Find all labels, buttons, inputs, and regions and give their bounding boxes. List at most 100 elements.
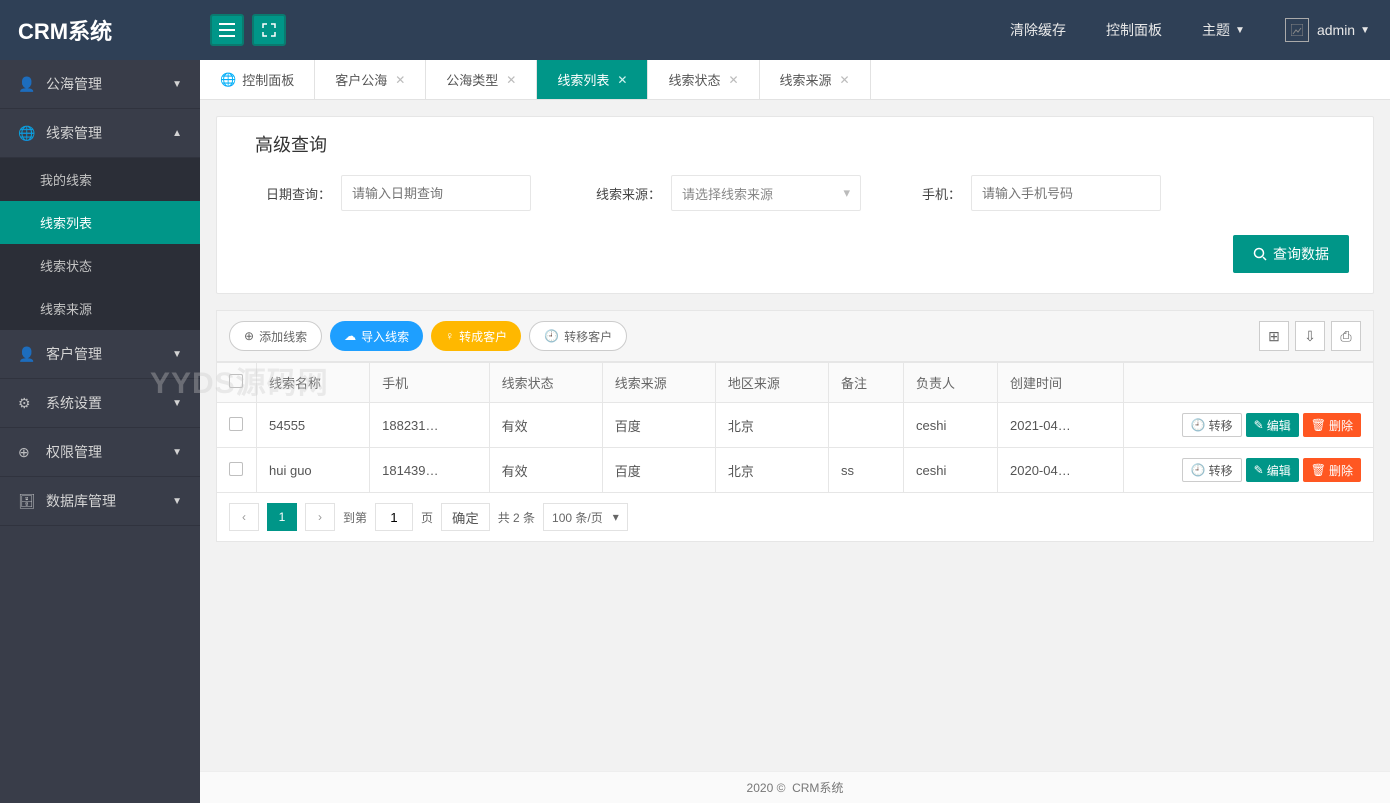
page-1-button[interactable]: 1: [267, 503, 297, 531]
tab-lead-status[interactable]: 线索状态 ✕: [648, 60, 759, 99]
cell-name: hui guo: [257, 448, 370, 493]
select-all-checkbox[interactable]: [229, 374, 243, 388]
cell-source: 百度: [602, 448, 715, 493]
sidebar-item-database-mgmt[interactable]: 🗄 数据库管理 ▼: [0, 477, 200, 526]
goto-confirm-button[interactable]: 确定: [441, 503, 490, 531]
convert-customer-button[interactable]: ♀ 转成客户: [431, 321, 521, 351]
sidebar-item-public-sea[interactable]: 👤 公海管理 ▼: [0, 60, 200, 109]
row-checkbox[interactable]: [229, 462, 243, 476]
page-size-select[interactable]: 100 条/页 ▾: [543, 503, 628, 531]
trash-icon: 🗑: [1311, 418, 1326, 432]
sidebar-item-lead-mgmt[interactable]: 🌐 线索管理 ▲: [0, 109, 200, 158]
chevron-up-icon: ▲: [172, 128, 182, 139]
clock-icon: 🕘: [544, 329, 559, 343]
user-icon: ♀: [445, 329, 454, 343]
th-source: 线索来源: [602, 363, 715, 403]
sidebar-item-customer-mgmt[interactable]: 👤 客户管理 ▼: [0, 330, 200, 379]
tab-label: 控制面板: [242, 70, 294, 89]
date-query-group: 日期查询：: [241, 175, 531, 211]
tab-sea-type[interactable]: 公海类型 ✕: [426, 60, 537, 99]
tab-label: 客户公海: [335, 70, 387, 89]
toolbar-right: ⊞ ⇩ ⎙: [1259, 321, 1361, 351]
search-button-label: 查询数据: [1273, 244, 1329, 264]
footer-name: CRM系统: [792, 779, 843, 796]
dashboard-link[interactable]: 控制面板: [1086, 0, 1182, 60]
sidebar: 👤 公海管理 ▼ 🌐 线索管理 ▲ 我的线索 线索列表 线索状态 线索来源 👤 …: [0, 60, 200, 803]
sub-item-lead-status[interactable]: 线索状态: [0, 244, 200, 287]
content: 高级查询 日期查询： 线索来源： 请选择线索来源 ▾ 手机：: [200, 100, 1390, 558]
query-button-row: 查询数据: [241, 235, 1349, 273]
sub-item-my-leads[interactable]: 我的线索: [0, 158, 200, 201]
clock-icon: 🕘: [1191, 418, 1206, 432]
columns-button[interactable]: ⊞: [1259, 321, 1289, 351]
close-icon[interactable]: ✕: [617, 73, 627, 87]
clear-cache-link[interactable]: 清除缓存: [990, 0, 1086, 60]
user-icon: 👤: [18, 76, 36, 93]
import-lead-button[interactable]: ☁ 导入线索: [330, 321, 423, 351]
source-query-label: 线索来源：: [571, 184, 661, 203]
fullscreen-button[interactable]: [252, 14, 286, 46]
topbar-left: [200, 14, 286, 46]
query-form-row: 日期查询： 线索来源： 请选择线索来源 ▾ 手机：: [241, 175, 1349, 211]
globe-icon: 🌐: [18, 125, 36, 142]
th-actions: [1124, 363, 1374, 403]
date-query-input[interactable]: [341, 175, 531, 211]
row-edit-button[interactable]: ✎编辑: [1246, 413, 1299, 437]
chevron-down-icon: ▼: [172, 496, 182, 507]
prev-page-button[interactable]: ‹: [229, 503, 259, 531]
chevron-down-icon: ▼: [172, 349, 182, 360]
user-dropdown[interactable]: admin ▼: [1265, 0, 1390, 60]
cell-remark: ss: [829, 448, 904, 493]
add-lead-button[interactable]: ⊕ 添加线索: [229, 321, 322, 351]
row-delete-button[interactable]: 🗑删除: [1303, 413, 1361, 437]
chevron-left-icon: ‹: [242, 510, 246, 524]
row-transfer-button[interactable]: 🕘转移: [1182, 458, 1242, 482]
th-status: 线索状态: [489, 363, 602, 403]
sidebar-item-label: 数据库管理: [46, 491, 116, 511]
cell-source: 百度: [602, 403, 715, 448]
gear-icon: ⚙: [18, 395, 36, 412]
cell-status: 有效: [489, 403, 602, 448]
cell-region: 北京: [715, 403, 828, 448]
search-button[interactable]: 查询数据: [1233, 235, 1349, 273]
tab-label: 线索状态: [668, 70, 720, 89]
next-page-button[interactable]: ›: [305, 503, 335, 531]
sidebar-item-system-settings[interactable]: ⚙ 系统设置 ▼: [0, 379, 200, 428]
sub-item-lead-list[interactable]: 线索列表: [0, 201, 200, 244]
row-checkbox[interactable]: [229, 417, 243, 431]
advanced-query-panel: 高级查询 日期查询： 线索来源： 请选择线索来源 ▾ 手机：: [216, 116, 1374, 294]
import-lead-label: 导入线索: [361, 328, 409, 345]
user-icon: 👤: [18, 346, 36, 363]
edit-icon: ✎: [1254, 418, 1264, 432]
table-header-row: 线索名称 手机 线索状态 线索来源 地区来源 备注 负责人 创建时间: [217, 363, 1374, 403]
sidebar-toggle-button[interactable]: [210, 14, 244, 46]
row-edit-button[interactable]: ✎编辑: [1246, 458, 1299, 482]
sidebar-item-permission-mgmt[interactable]: ⊕ 权限管理 ▼: [0, 428, 200, 477]
chevron-down-icon: ▼: [172, 398, 182, 409]
sub-item-lead-source[interactable]: 线索来源: [0, 287, 200, 330]
tab-customer-sea[interactable]: 客户公海 ✕: [315, 60, 426, 99]
export-icon: ⇩: [1304, 328, 1316, 345]
close-icon[interactable]: ✕: [395, 73, 405, 87]
export-button[interactable]: ⇩: [1295, 321, 1325, 351]
close-icon[interactable]: ✕: [506, 73, 516, 87]
phone-query-input[interactable]: [971, 175, 1161, 211]
row-delete-button[interactable]: 🗑删除: [1303, 458, 1361, 482]
sidebar-submenu-lead: 我的线索 线索列表 线索状态 线索来源: [0, 158, 200, 330]
transfer-customer-button[interactable]: 🕘 转移客户: [529, 321, 627, 351]
print-button[interactable]: ⎙: [1331, 321, 1361, 351]
cell-status: 有效: [489, 448, 602, 493]
tab-label: 线索来源: [780, 70, 832, 89]
close-icon[interactable]: ✕: [840, 73, 850, 87]
th-name: 线索名称: [257, 363, 370, 403]
tab-lead-list[interactable]: 线索列表 ✕: [537, 60, 648, 99]
close-icon[interactable]: ✕: [728, 73, 738, 87]
page-input[interactable]: [375, 503, 413, 531]
source-select[interactable]: 请选择线索来源 ▾: [671, 175, 861, 211]
th-phone: 手机: [370, 363, 490, 403]
tab-lead-source[interactable]: 线索来源 ✕: [760, 60, 871, 99]
theme-dropdown[interactable]: 主题 ▼: [1182, 0, 1265, 60]
row-transfer-button[interactable]: 🕘转移: [1182, 413, 1242, 437]
phone-query-label: 手机：: [901, 184, 961, 203]
tab-dashboard[interactable]: 🌐 控制面板: [200, 60, 315, 99]
